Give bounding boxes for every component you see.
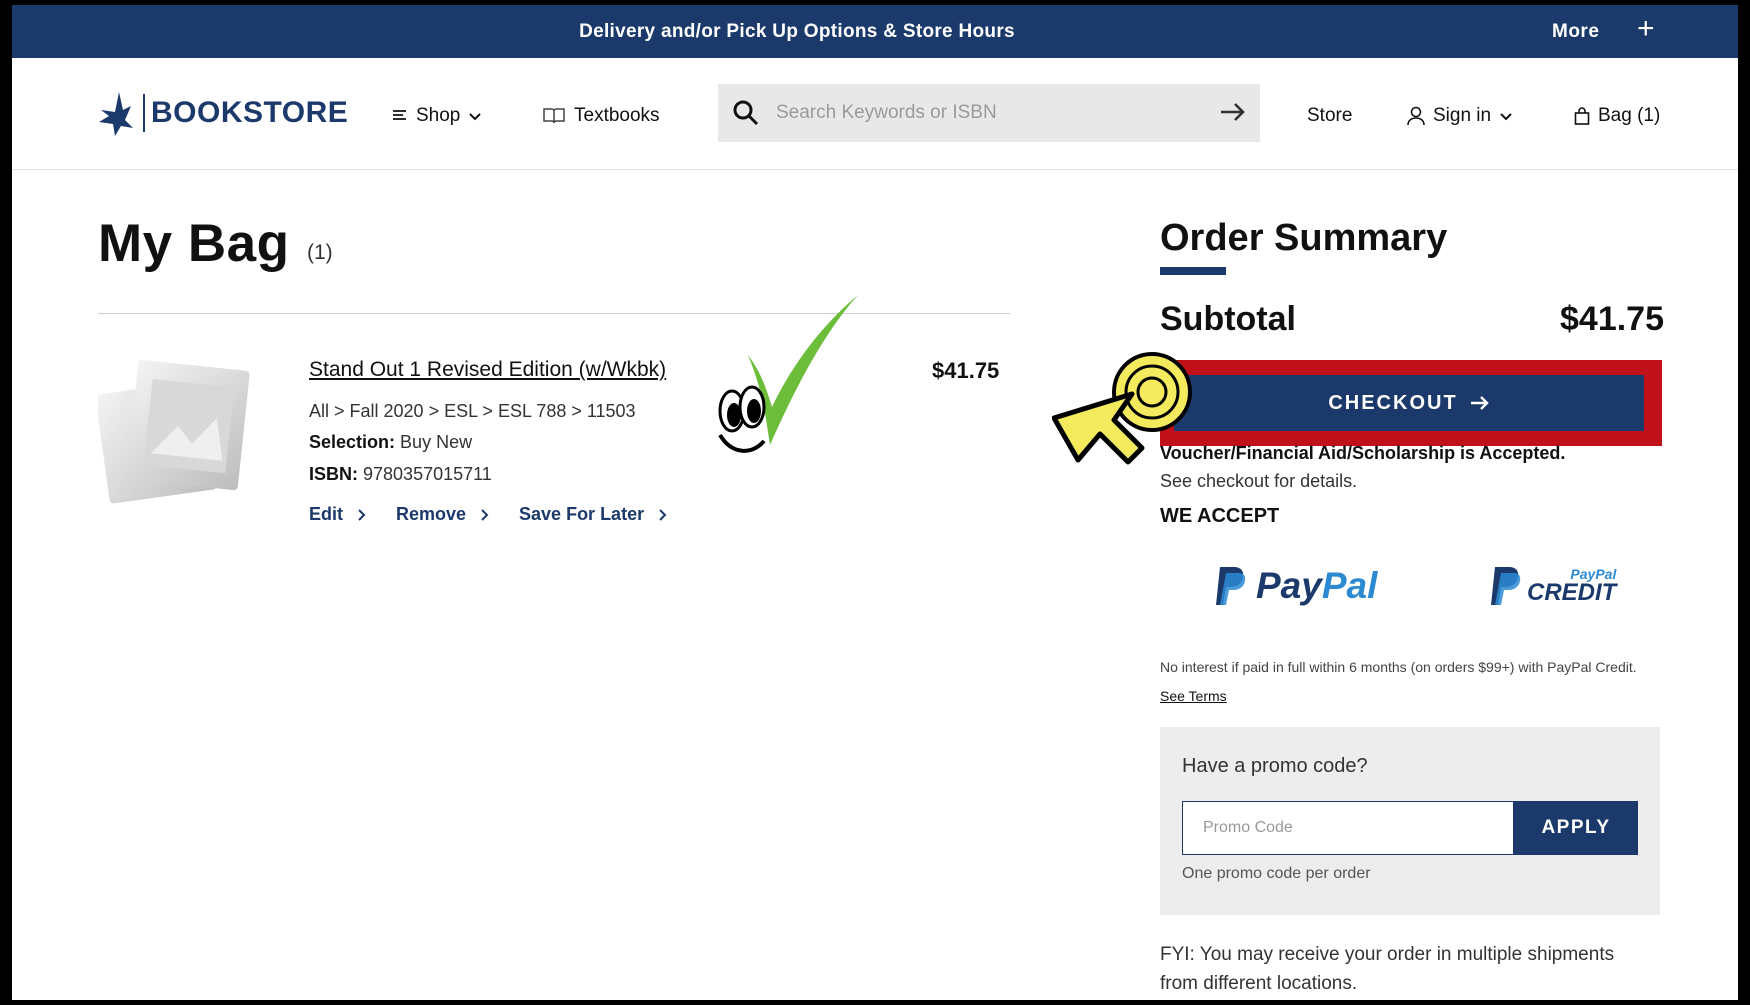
paypal-logo: PayPal [1212, 565, 1377, 607]
textbooks-link[interactable]: Textbooks [542, 105, 660, 127]
divider [98, 313, 1010, 314]
subtotal-value: $41.75 [1560, 300, 1664, 338]
voucher-notice: Voucher/Financial Aid/Scholarship is Acc… [1160, 443, 1566, 463]
sign-in-label: Sign in [1433, 105, 1492, 126]
search-icon[interactable] [732, 99, 760, 127]
paypal-credit-wordmark: PayPal CREDIT [1527, 567, 1616, 605]
bag-label: Bag (1) [1598, 105, 1661, 126]
paypal-credit-logo: PayPal CREDIT [1487, 565, 1616, 607]
sign-in-menu[interactable]: Sign in [1407, 105, 1513, 127]
bookstore-logo[interactable]: BOOKSTORE [97, 88, 348, 138]
pointer-cursor-icon [1052, 352, 1192, 465]
paypal-credit-terms: No interest if paid in full within 6 mon… [1160, 653, 1660, 711]
open-book-icon [543, 108, 565, 124]
paypal-wordmark: PayPal [1256, 565, 1377, 607]
paypal-credit-bottom: CREDIT [1527, 579, 1617, 606]
paypal-p-icon [1491, 567, 1521, 605]
shopping-bag-icon [1574, 107, 1590, 125]
logo-text: BOOKSTORE [151, 96, 349, 129]
paypal-word-pay: Pay [1256, 565, 1322, 606]
save-for-later-label: Save For Later [519, 504, 645, 524]
order-summary-title: Order Summary [1160, 217, 1448, 259]
we-accept-heading: WE ACCEPT [1160, 505, 1280, 527]
title-underline [1160, 267, 1226, 275]
delivery-options-link[interactable]: Delivery and/or Pick Up Options & Store … [12, 21, 1582, 43]
item-actions: Edit Remove Save For Later [309, 504, 667, 525]
promo-question: Have a promo code? [1182, 755, 1368, 777]
chevron-right-icon [481, 508, 489, 521]
search-input[interactable] [776, 96, 1196, 130]
isbn-value: 9780357015711 [363, 464, 492, 484]
textbooks-label: Textbooks [574, 105, 660, 126]
edit-link[interactable]: Edit [309, 504, 366, 525]
chevron-down-icon [1500, 113, 1512, 121]
selection-label: Selection: [309, 432, 396, 452]
product-title-link[interactable]: Stand Out 1 Revised Edition (w/Wkbk) [309, 358, 666, 382]
store-label: Store [1307, 105, 1353, 126]
search-bar [718, 84, 1260, 142]
checkout-label: CHECKOUT [1328, 391, 1458, 414]
bird-logo-icon [99, 92, 133, 136]
save-for-later-link[interactable]: Save For Later [519, 504, 667, 525]
plus-icon[interactable]: + [1637, 13, 1655, 45]
remove-label: Remove [396, 504, 467, 524]
subtotal-label: Subtotal [1160, 300, 1296, 338]
page-title: My Bag [98, 214, 290, 273]
bag-link[interactable]: Bag (1) [1574, 105, 1660, 127]
item-price: $41.75 [932, 358, 1000, 383]
shipping-fyi: FYI: You may receive your order in multi… [1160, 944, 1615, 994]
logo-divider [143, 94, 145, 132]
paypal-word-pal: Pal [1321, 565, 1378, 606]
chevron-right-icon [659, 508, 667, 521]
paypal-p-icon [1216, 567, 1246, 605]
product-image-placeholder [98, 359, 250, 504]
item-course-path: All > Fall 2020 > ESL > ESL 788 > 11503 [309, 401, 636, 421]
site-header: BOOKSTORE Shop Textbooks Store Sign in B… [12, 58, 1738, 170]
chevron-right-icon [358, 508, 366, 521]
chevron-down-icon [469, 113, 482, 121]
promo-code-panel: Have a promo code? APPLY One promo code … [1160, 727, 1660, 915]
promo-note: One promo code per order [1182, 865, 1371, 882]
page-frame: Delivery and/or Pick Up Options & Store … [12, 5, 1738, 1000]
promo-code-input[interactable] [1182, 801, 1514, 855]
item-isbn: ISBN: 9780357015711 [309, 464, 492, 485]
bag-count: (1) [307, 241, 333, 264]
apply-button[interactable]: APPLY [1514, 801, 1638, 855]
top-banner: Delivery and/or Pick Up Options & Store … [12, 5, 1738, 58]
shop-label: Shop [416, 105, 461, 126]
arrow-right-icon[interactable] [1220, 101, 1246, 123]
menu-lines-icon [393, 110, 406, 120]
no-interest-text: No interest if paid in full within 6 mon… [1160, 659, 1637, 675]
selection-value: Buy New [400, 432, 473, 452]
user-icon [1407, 106, 1425, 126]
more-button[interactable]: More [1552, 21, 1599, 43]
edit-label: Edit [309, 504, 343, 524]
see-terms-link[interactable]: See Terms [1160, 688, 1227, 704]
arrow-right-icon [1470, 396, 1489, 410]
shop-menu[interactable]: Shop [392, 105, 482, 127]
isbn-label: ISBN: [309, 464, 358, 484]
remove-link[interactable]: Remove [396, 504, 489, 525]
item-selection: Selection: Buy New [309, 432, 472, 453]
store-link[interactable]: Store [1307, 105, 1352, 127]
checkmark-mascot-icon [718, 295, 858, 453]
checkout-button[interactable]: CHECKOUT [1174, 375, 1644, 431]
